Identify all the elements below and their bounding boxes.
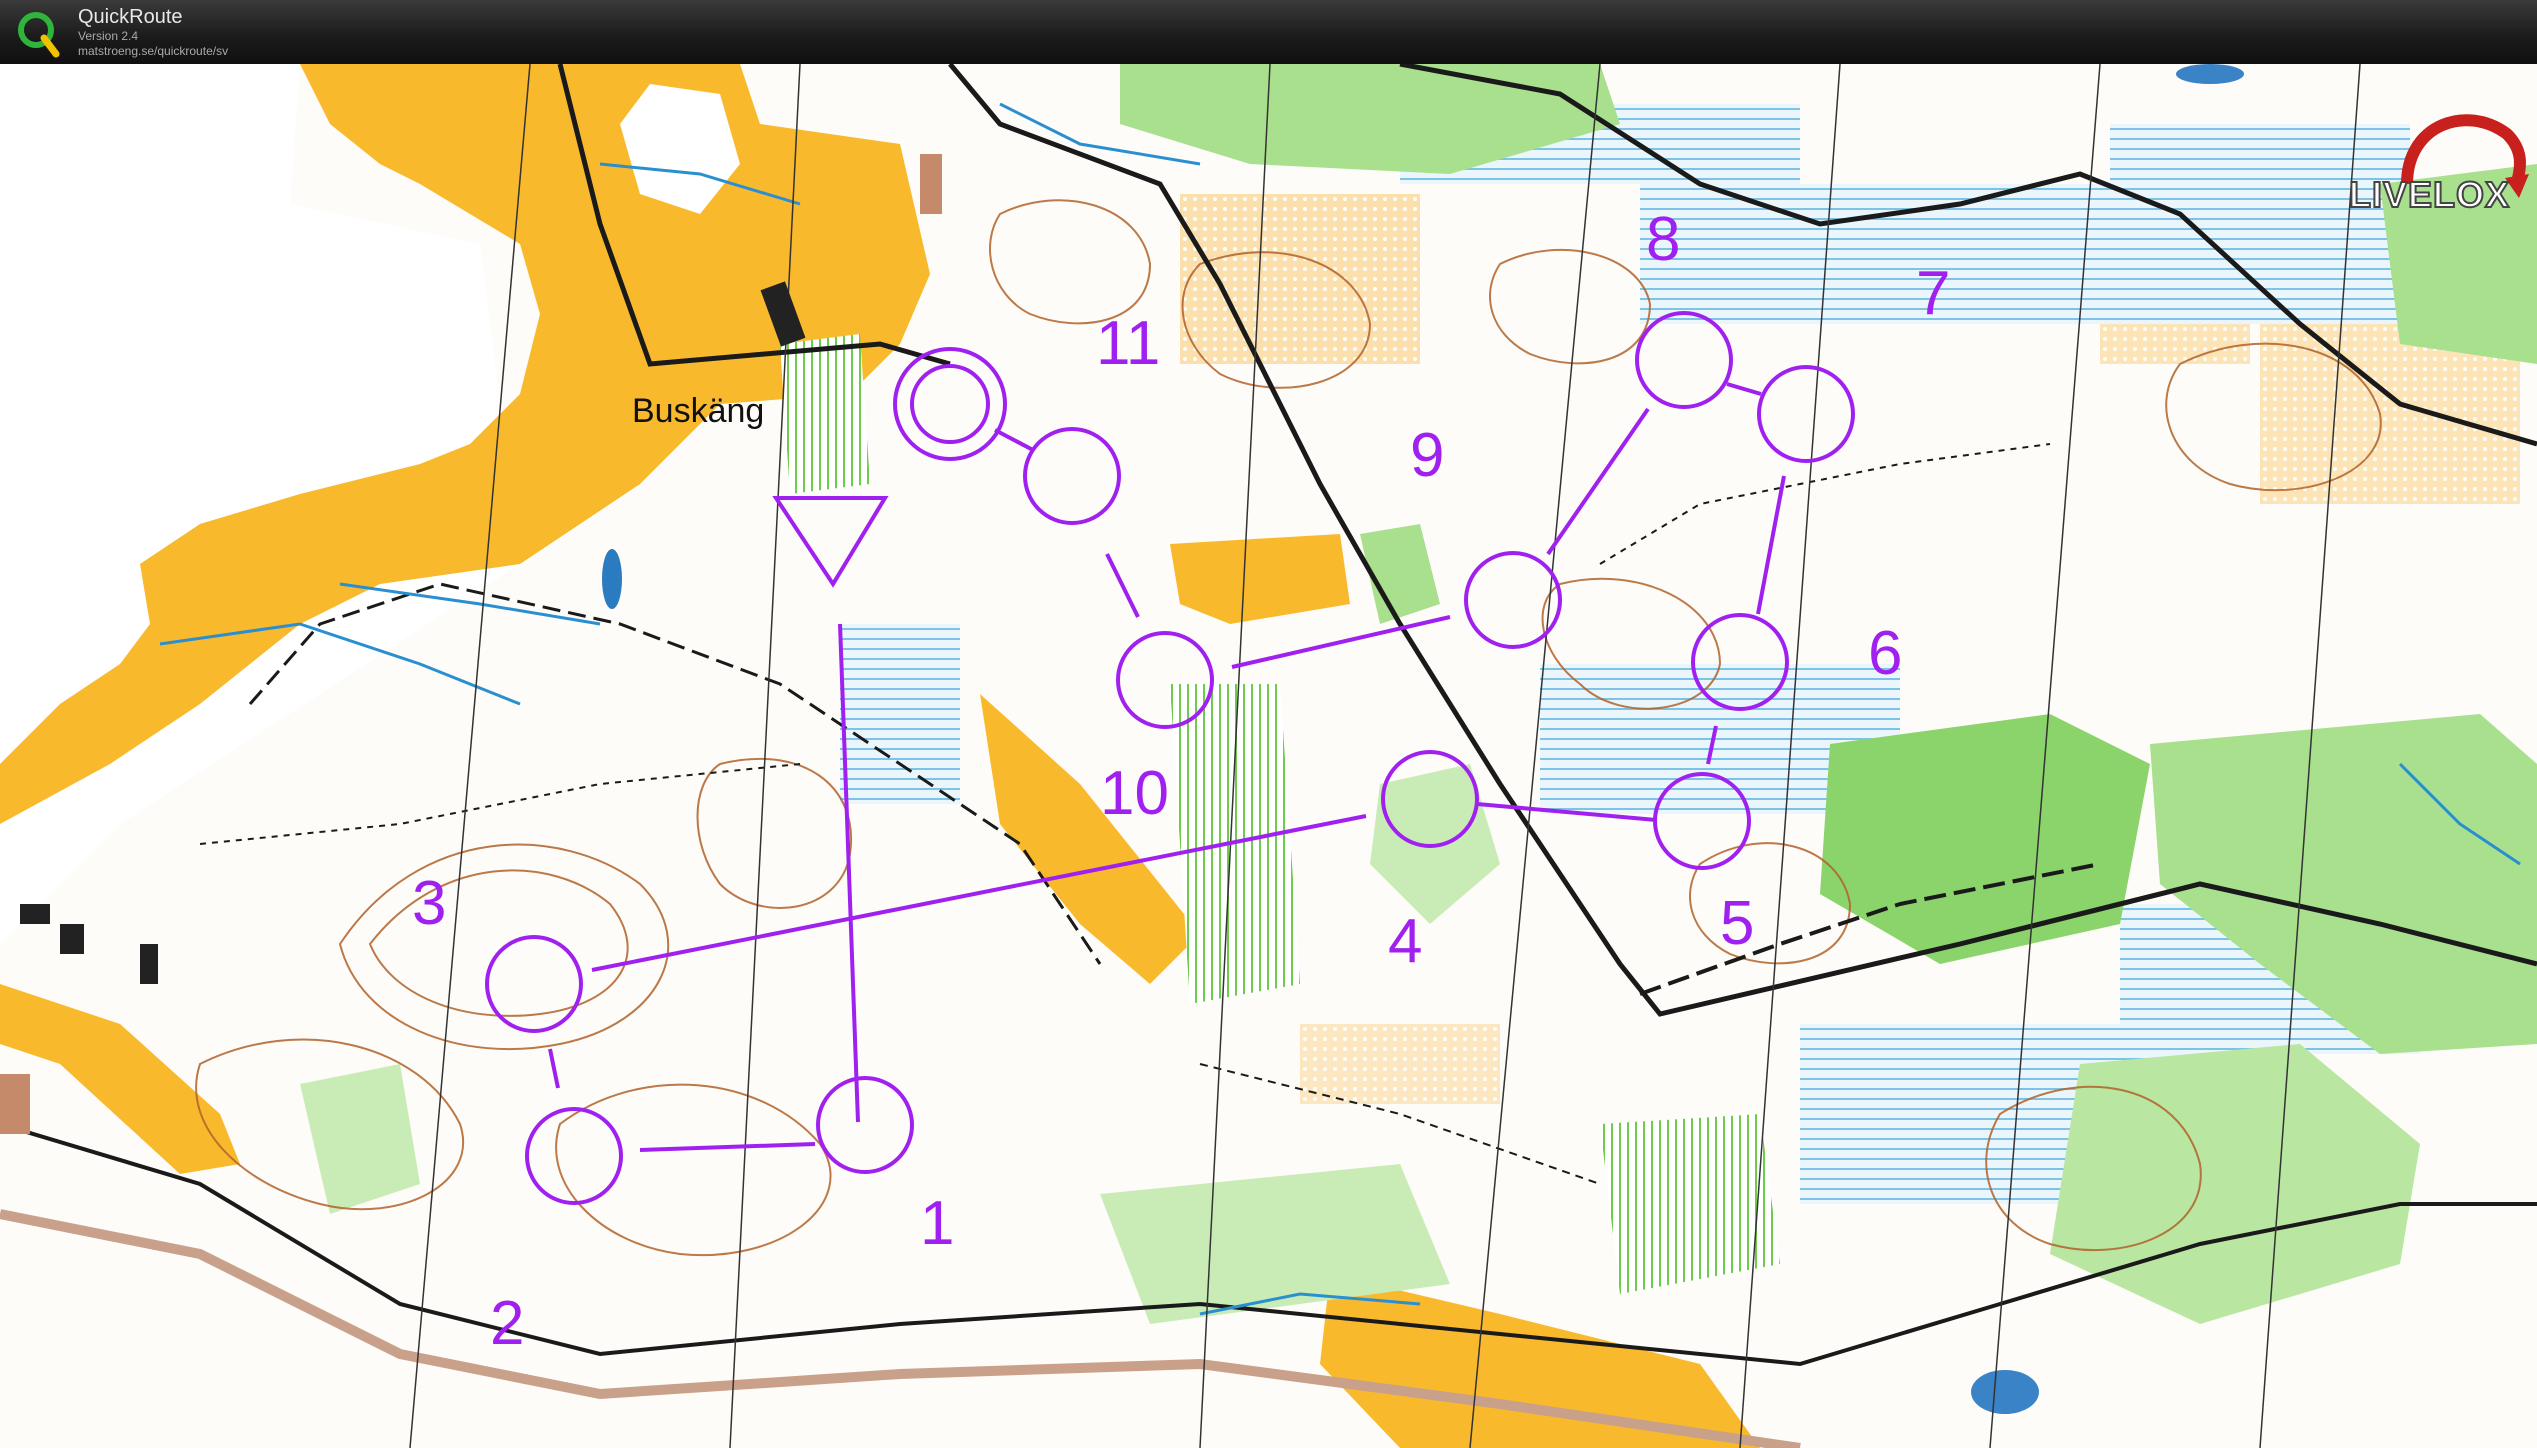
place-name-label: Buskäng	[632, 392, 764, 430]
control-number: 11	[1096, 309, 1160, 378]
app-url[interactable]: matstroeng.se/quickroute/sv	[78, 44, 228, 58]
control-number: 10	[1100, 759, 1169, 828]
pond	[602, 549, 622, 609]
control-number: 4	[1388, 907, 1422, 976]
control-number: 7	[1916, 259, 1950, 328]
app-version: Version 2.4	[78, 29, 139, 43]
app-title: QuickRoute	[78, 6, 183, 28]
control-number: 8	[1646, 205, 1680, 274]
control-number: 2	[490, 1289, 524, 1358]
marsh-area	[1640, 184, 2120, 324]
quickroute-q-logo-icon	[18, 12, 60, 58]
orienteering-map[interactable]: Buskäng 1 2 3 4 5 6 7 8 9 10 11 LIVELOX	[0, 64, 2537, 1448]
control-number: 3	[412, 869, 446, 938]
livelox-logo-text: LIVELOX	[2348, 173, 2511, 216]
livelox-logo: LIVELOX	[2337, 94, 2537, 244]
control-number: 1	[920, 1189, 954, 1258]
control-number: 5	[1720, 889, 1754, 958]
title-bar: QuickRoute Version 2.4 matstroeng.se/qui…	[0, 0, 2537, 64]
control-number: 6	[1868, 619, 1902, 688]
control-number: 9	[1410, 421, 1444, 490]
map-canvas[interactable]: Buskäng 1 2 3 4 5 6 7 8 9 10 11	[0, 64, 2537, 1448]
